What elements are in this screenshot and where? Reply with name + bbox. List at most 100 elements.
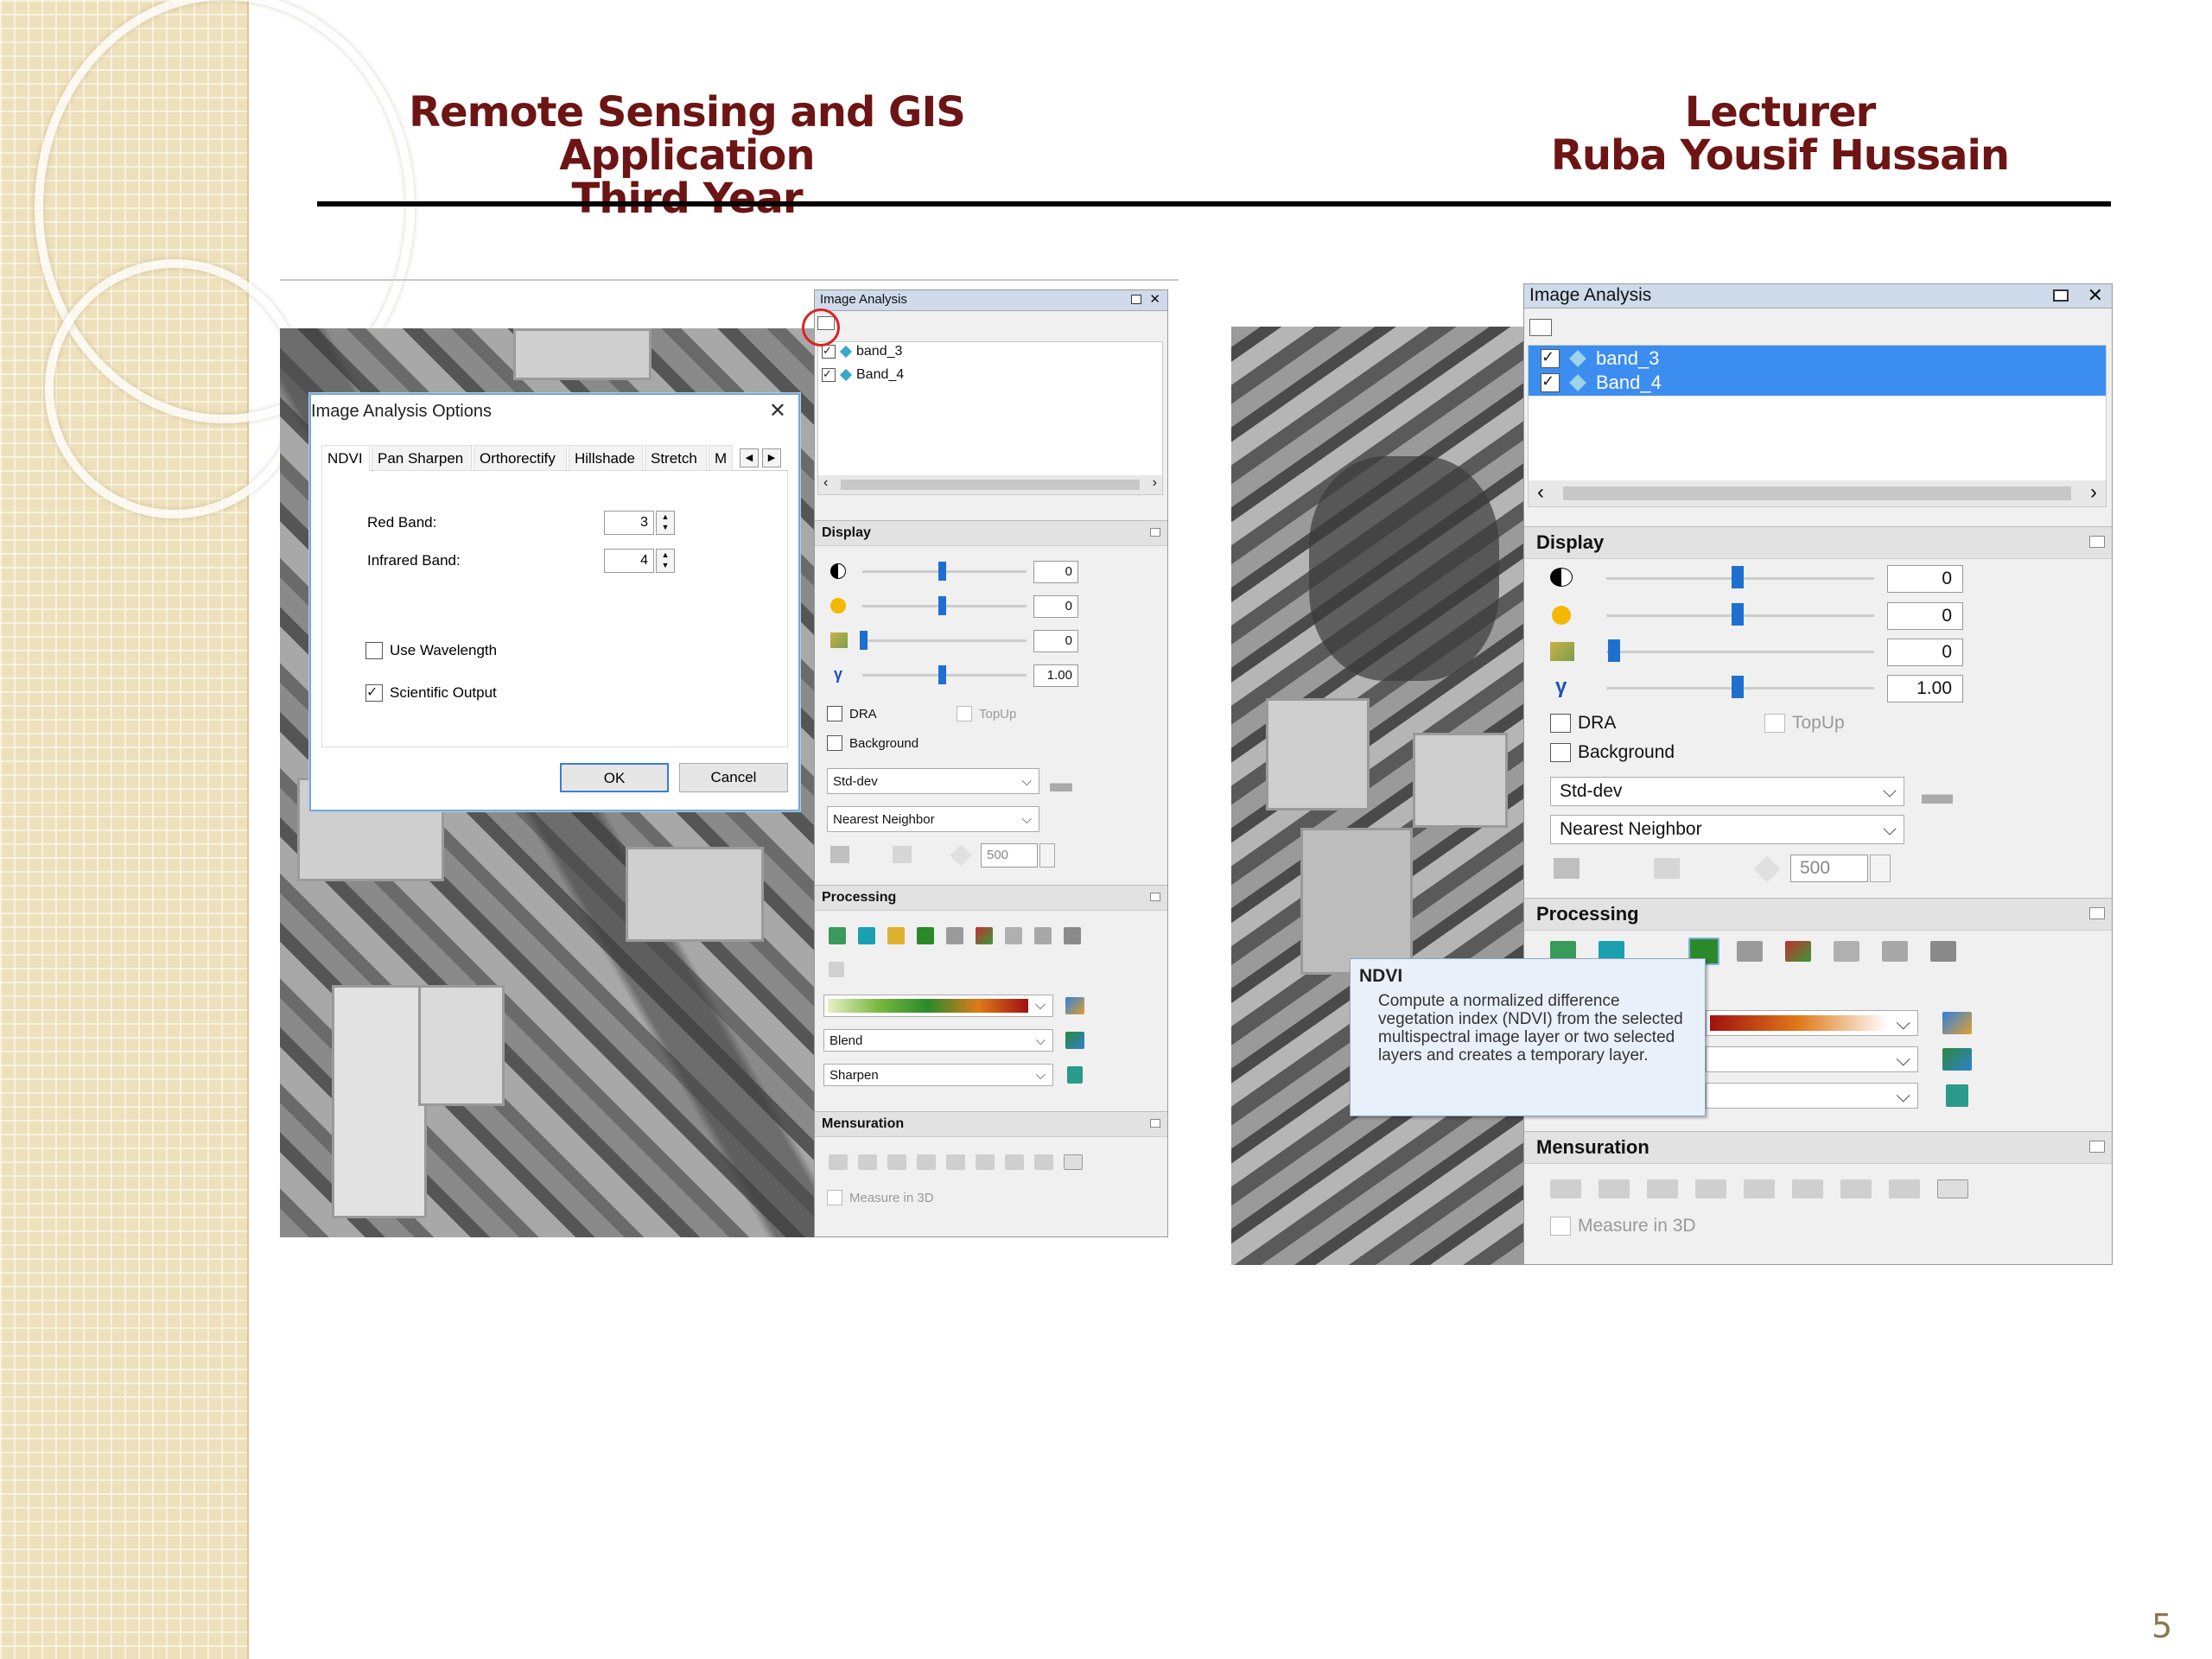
cancel-button[interactable]: Cancel [679,763,788,792]
size-value[interactable]: 500 [1790,855,1868,882]
slider-thumb[interactable] [938,596,946,615]
dra-checkbox[interactable] [1550,714,1571,733]
measure-results-icon[interactable] [1937,1179,1968,1198]
use-wavelength-checkbox[interactable] [365,642,383,659]
tab-scroll-right-icon[interactable]: ▶ [762,448,781,467]
zoom-layer-icon[interactable] [830,846,849,863]
display-section-header[interactable]: Display [1524,526,2112,559]
measure-clear-icon[interactable] [1034,1154,1053,1170]
measure-clear-icon[interactable] [1889,1179,1920,1198]
slider-thumb[interactable] [1732,566,1744,588]
topup-checkbox[interactable] [1764,714,1785,733]
red-band-stepper[interactable]: ▲ ▼ [656,511,675,535]
resampling-dropdown[interactable]: Nearest Neighbor ⌵ [1550,815,1904,844]
scroll-thumb[interactable] [841,480,1140,490]
display-section-header[interactable]: Display [815,520,1167,546]
collapse-icon[interactable] [2089,907,2105,919]
gamma-value[interactable]: 1.00 [1033,664,1078,687]
mensuration-section-header[interactable]: Mensuration [815,1111,1167,1137]
mask-icon[interactable] [858,927,875,944]
layer-item-band-4[interactable]: Band_4 [1541,372,1662,394]
measure-3d-option[interactable]: Measure in 3D [827,1190,934,1205]
topup-option[interactable]: TopUp [957,706,1016,721]
tab-orthorectify[interactable]: Orthorectify [474,445,567,471]
ok-button[interactable]: OK [560,763,669,792]
scientific-output-option[interactable]: Scientific Output [365,683,497,702]
measure-height-icon[interactable] [1599,1179,1630,1198]
histogram-icon[interactable] [1922,781,1953,804]
size-spinner[interactable] [1870,855,1891,882]
resampling-dropdown[interactable]: Nearest Neighbor ⌵ [827,806,1039,832]
background-checkbox[interactable] [1550,743,1571,762]
sharpen-apply-icon[interactable] [1067,1066,1083,1084]
measure-area-icon[interactable] [887,1154,906,1170]
layer-item-band-3[interactable]: band_3 [822,344,902,359]
tab-hillshade[interactable]: Hillshade [569,445,643,471]
hillshade-icon[interactable] [1737,941,1763,962]
size-icon[interactable] [1753,855,1781,883]
transparency-slider[interactable] [862,639,1027,642]
measure-angle-icon[interactable] [976,1154,995,1170]
measure-3d-checkbox[interactable] [827,1190,842,1205]
blend-apply-icon[interactable] [1942,1048,1972,1071]
size-value[interactable]: 500 [981,843,1038,868]
restore-button[interactable] [1131,295,1141,304]
sharpen-apply-icon[interactable] [1946,1084,1968,1107]
layer-checkbox[interactable] [1541,348,1560,368]
options-icon[interactable] [1529,319,1552,336]
background-option[interactable]: Background [1550,742,1675,763]
measure-shadow-icon[interactable] [946,1154,965,1170]
tab-pan-sharpen[interactable]: Pan Sharpen [372,445,472,471]
dra-option[interactable]: DRA [827,706,877,721]
processing-section-header[interactable]: Processing [1524,898,2112,931]
orthorectify-icon[interactable] [1834,941,1859,962]
stretch-icon[interactable] [1882,941,1908,962]
histogram-icon[interactable] [1050,771,1072,791]
tab-more[interactable]: M [709,445,733,471]
measure-slope-icon[interactable] [1005,1154,1024,1170]
background-option[interactable]: Background [827,735,918,751]
clip-icon[interactable] [829,927,846,944]
transparency-slider[interactable] [1606,651,1874,653]
colormap-apply-icon[interactable] [1065,997,1084,1014]
scientific-output-checkbox[interactable] [365,683,383,702]
tab-scroll-left-icon[interactable]: ◀ [740,448,759,467]
tab-stretch[interactable]: Stretch [645,445,707,471]
slider-thumb[interactable] [938,562,946,581]
mensuration-section-header[interactable]: Mensuration [1524,1131,2112,1164]
swipe-icon[interactable] [1654,858,1680,879]
gamma-value[interactable]: 1.00 [1887,675,1963,702]
sharpen-dropdown[interactable]: ⌵ [1706,1083,1918,1109]
stretch-dropdown[interactable]: Std-dev ⌵ [827,768,1039,794]
dra-option[interactable]: DRA [1550,713,1616,734]
measure-angle-icon[interactable] [1792,1179,1823,1198]
close-button[interactable]: ✕ [1149,290,1160,309]
measure-area-icon[interactable] [1647,1179,1678,1198]
contrast-value[interactable]: 0 [1033,561,1078,583]
layer-item-band-4[interactable]: Band_4 [822,367,904,383]
scroll-thumb[interactable] [1563,486,2071,500]
slider-thumb[interactable] [860,631,868,650]
scroll-left-icon[interactable]: ‹ [1537,480,1544,505]
collapse-icon[interactable] [1150,1119,1160,1128]
scroll-right-icon[interactable]: › [2090,480,2097,505]
hillshade-icon[interactable] [946,927,963,944]
sharpen-dropdown[interactable]: Sharpen ⌵ [823,1064,1053,1086]
stretch-dropdown[interactable]: Std-dev ⌵ [1550,777,1904,806]
measure-slope-icon[interactable] [1840,1179,1872,1198]
measure-results-icon[interactable] [1064,1154,1083,1170]
export-icon[interactable] [1930,941,1956,962]
measure-3d-option[interactable]: Measure in 3D [1550,1216,1696,1236]
slider-thumb[interactable] [1608,639,1620,662]
horizontal-scrollbar[interactable]: ‹ › [1529,480,2106,506]
colormap-apply-icon[interactable] [1942,1012,1972,1034]
blend-dropdown[interactable]: Blend ⌵ [823,1029,1053,1052]
scroll-left-icon[interactable]: ‹ [823,475,828,491]
slider-thumb[interactable] [938,665,946,684]
size-spinner[interactable] [1039,843,1055,868]
dra-checkbox[interactable] [827,706,842,721]
transparency-value[interactable]: 0 [1887,639,1963,666]
infrared-band-input[interactable]: 4 [604,549,654,573]
transparency-value[interactable]: 0 [1033,630,1078,652]
zoom-layer-icon[interactable] [1554,858,1580,879]
